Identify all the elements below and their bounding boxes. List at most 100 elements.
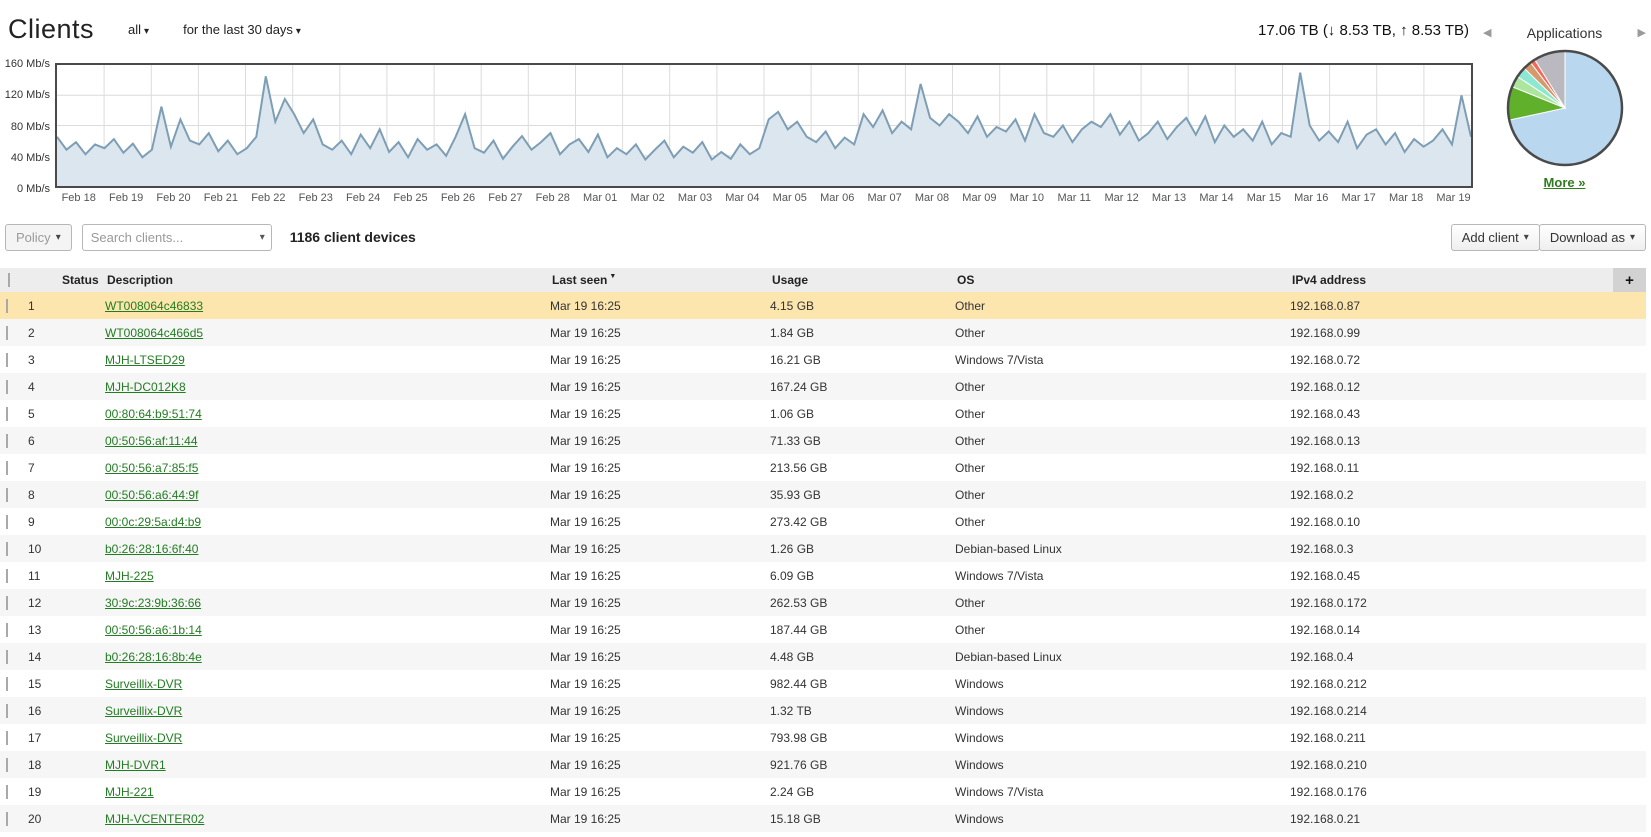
- ipv4-cell: 192.168.0.176: [1290, 785, 1613, 799]
- add-client-button[interactable]: Add client▾: [1451, 224, 1540, 251]
- client-description-link[interactable]: WT008064c466d5: [105, 326, 203, 340]
- table-row[interactable]: 3MJH-LTSED29Mar 19 16:2516.21 GBWindows …: [0, 346, 1646, 373]
- row-number: 5: [26, 407, 60, 421]
- table-row[interactable]: 19MJH-221Mar 19 16:252.24 GBWindows 7/Vi…: [0, 778, 1646, 805]
- table-row[interactable]: 11MJH-225Mar 19 16:256.09 GBWindows 7/Vi…: [0, 562, 1646, 589]
- row-number: 7: [26, 461, 60, 475]
- ipv4-cell: 192.168.0.12: [1290, 380, 1613, 394]
- column-header-usage[interactable]: Usage: [770, 273, 955, 287]
- client-description-link[interactable]: 00:50:56:af:11:44: [105, 434, 198, 448]
- client-description-link[interactable]: MJH-225: [105, 569, 154, 583]
- time-range-dropdown[interactable]: for the last 30 days▾: [183, 22, 301, 37]
- client-description-link[interactable]: 00:0c:29:5a:d4:b9: [105, 515, 201, 529]
- search-input[interactable]: [82, 224, 272, 251]
- row-checkbox[interactable]: [6, 407, 8, 421]
- client-description-link[interactable]: MJH-VCENTER02: [105, 812, 204, 826]
- row-checkbox[interactable]: [6, 812, 8, 826]
- table-row[interactable]: 17Surveillix-DVRMar 19 16:25793.98 GBWin…: [0, 724, 1646, 751]
- select-all-checkbox[interactable]: [8, 273, 10, 287]
- row-number: 13: [26, 623, 60, 637]
- table-row[interactable]: 20MJH-VCENTER02Mar 19 16:2515.18 GBWindo…: [0, 805, 1646, 832]
- usage-cell: 4.48 GB: [770, 650, 955, 664]
- table-row[interactable]: 500:80:64:b9:51:74Mar 19 16:251.06 GBOth…: [0, 400, 1646, 427]
- row-checkbox[interactable]: [6, 677, 8, 691]
- row-checkbox[interactable]: [6, 731, 8, 745]
- table-row[interactable]: 10b0:26:28:16:6f:40Mar 19 16:251.26 GBDe…: [0, 535, 1646, 562]
- clients-table: Status Description Last seen▼ Usage OS I…: [0, 268, 1646, 832]
- row-checkbox[interactable]: [6, 299, 8, 313]
- column-header-ipv4[interactable]: IPv4 address: [1290, 273, 1613, 287]
- client-description-link[interactable]: WT008064c46833: [105, 299, 203, 313]
- row-checkbox[interactable]: [6, 650, 8, 664]
- client-description-link[interactable]: MJH-DVR1: [105, 758, 166, 772]
- client-description-link[interactable]: 30:9c:23:9b:36:66: [105, 596, 201, 610]
- row-checkbox[interactable]: [6, 326, 8, 340]
- x-tick-label: Mar 10: [1003, 192, 1050, 204]
- client-description-link[interactable]: Surveillix-DVR: [105, 677, 182, 691]
- column-header-description[interactable]: Description: [105, 273, 550, 287]
- row-checkbox[interactable]: [6, 704, 8, 718]
- caret-down-icon: ▾: [144, 26, 149, 37]
- table-row[interactable]: 600:50:56:af:11:44Mar 19 16:2571.33 GBOt…: [0, 427, 1646, 454]
- row-checkbox[interactable]: [6, 758, 8, 772]
- table-row[interactable]: 900:0c:29:5a:d4:b9Mar 19 16:25273.42 GBO…: [0, 508, 1646, 535]
- client-description-link[interactable]: MJH-DC012K8: [105, 380, 186, 394]
- table-row[interactable]: 4MJH-DC012K8Mar 19 16:25167.24 GBOther19…: [0, 373, 1646, 400]
- column-header-last-seen[interactable]: Last seen▼: [550, 273, 770, 287]
- scope-dropdown[interactable]: all▾: [128, 22, 149, 37]
- row-checkbox[interactable]: [6, 434, 8, 448]
- table-row[interactable]: 18MJH-DVR1Mar 19 16:25921.76 GBWindows19…: [0, 751, 1646, 778]
- client-description-link[interactable]: Surveillix-DVR: [105, 704, 182, 718]
- row-number: 9: [26, 515, 60, 529]
- row-checkbox[interactable]: [6, 569, 8, 583]
- table-row[interactable]: 1300:50:56:a6:1b:14Mar 19 16:25187.44 GB…: [0, 616, 1646, 643]
- client-description-link[interactable]: 00:50:56:a7:85:f5: [105, 461, 198, 475]
- last-seen-cell: Mar 19 16:25: [550, 596, 770, 610]
- table-row[interactable]: 15Surveillix-DVRMar 19 16:25982.44 GBWin…: [0, 670, 1646, 697]
- client-description-link[interactable]: b0:26:28:16:8b:4e: [105, 650, 202, 664]
- chevron-left-icon[interactable]: ◀: [1480, 24, 1494, 41]
- row-checkbox[interactable]: [6, 623, 8, 637]
- row-checkbox[interactable]: [6, 380, 8, 394]
- column-header-os[interactable]: OS: [955, 273, 1290, 287]
- last-seen-cell: Mar 19 16:25: [550, 758, 770, 772]
- add-column-button[interactable]: +: [1613, 268, 1646, 292]
- table-row[interactable]: 16Surveillix-DVRMar 19 16:251.32 TBWindo…: [0, 697, 1646, 724]
- column-header-status[interactable]: Status: [60, 273, 105, 287]
- x-tick-label: Mar 07: [861, 192, 908, 204]
- download-as-button[interactable]: Download as▾: [1539, 224, 1646, 251]
- client-description-link[interactable]: MJH-LTSED29: [105, 353, 185, 367]
- os-cell: Windows 7/Vista: [955, 353, 1290, 367]
- os-cell: Other: [955, 623, 1290, 637]
- table-row[interactable]: 14b0:26:28:16:8b:4eMar 19 16:254.48 GBDe…: [0, 643, 1646, 670]
- more-link[interactable]: More »: [1478, 175, 1651, 190]
- ipv4-cell: 192.168.0.87: [1290, 299, 1613, 313]
- policy-dropdown-button[interactable]: Policy▾: [5, 224, 72, 251]
- x-tick-label: Feb 28: [529, 192, 576, 204]
- usage-cell: 273.42 GB: [770, 515, 955, 529]
- client-description-link[interactable]: MJH-221: [105, 785, 154, 799]
- row-checkbox[interactable]: [6, 353, 8, 367]
- client-description-link[interactable]: 00:50:56:a6:1b:14: [105, 623, 202, 637]
- table-row[interactable]: 1230:9c:23:9b:36:66Mar 19 16:25262.53 GB…: [0, 589, 1646, 616]
- x-tick-label: Mar 05: [766, 192, 813, 204]
- client-description-link[interactable]: Surveillix-DVR: [105, 731, 182, 745]
- chevron-right-icon[interactable]: ▶: [1635, 24, 1649, 41]
- row-checkbox[interactable]: [6, 461, 8, 475]
- client-description-link[interactable]: 00:80:64:b9:51:74: [105, 407, 202, 421]
- client-description-link[interactable]: b0:26:28:16:6f:40: [105, 542, 198, 556]
- row-checkbox[interactable]: [6, 785, 8, 799]
- row-checkbox[interactable]: [6, 542, 8, 556]
- x-tick-label: Mar 12: [1098, 192, 1145, 204]
- row-checkbox[interactable]: [6, 596, 8, 610]
- usage-cell: 262.53 GB: [770, 596, 955, 610]
- table-row[interactable]: 700:50:56:a7:85:f5Mar 19 16:25213.56 GBO…: [0, 454, 1646, 481]
- ipv4-cell: 192.168.0.11: [1290, 461, 1613, 475]
- client-description-link[interactable]: 00:50:56:a6:44:9f: [105, 488, 198, 502]
- table-row[interactable]: 1WT008064c46833Mar 19 16:254.15 GBOther1…: [0, 292, 1646, 319]
- row-checkbox[interactable]: [6, 488, 8, 502]
- row-checkbox[interactable]: [6, 515, 8, 529]
- table-row[interactable]: 800:50:56:a6:44:9fMar 19 16:2535.93 GBOt…: [0, 481, 1646, 508]
- last-seen-cell: Mar 19 16:25: [550, 326, 770, 340]
- table-row[interactable]: 2WT008064c466d5Mar 19 16:251.84 GBOther1…: [0, 319, 1646, 346]
